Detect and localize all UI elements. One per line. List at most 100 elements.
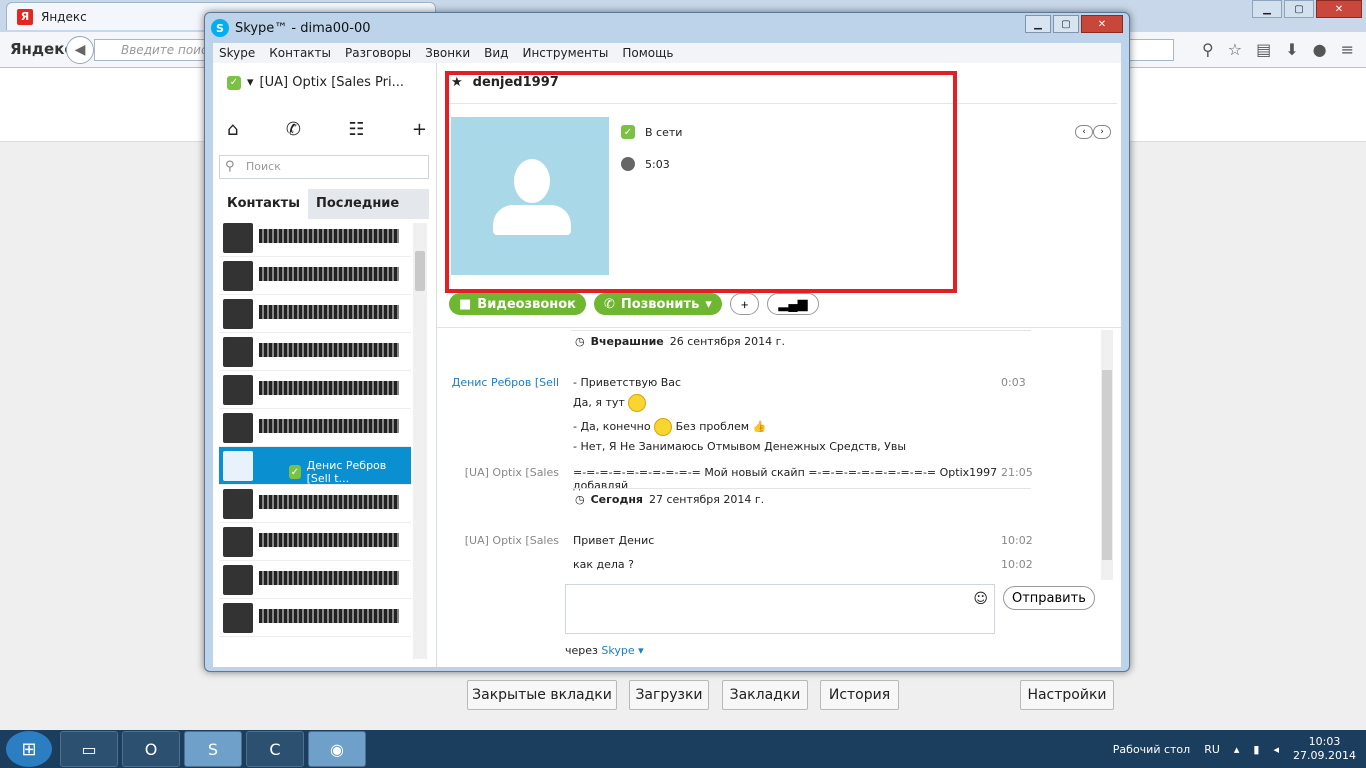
list-item[interactable] xyxy=(219,257,411,295)
menu-calls[interactable]: Звонки xyxy=(425,46,470,60)
adblock-icon[interactable]: ● xyxy=(1313,40,1327,59)
message-input[interactable]: ☺ xyxy=(565,584,995,634)
status-dropdown-icon[interactable]: ▾ xyxy=(247,75,254,90)
chevron-down-icon: ▾ xyxy=(705,296,712,312)
network-icon[interactable]: ▮ xyxy=(1253,743,1259,756)
opera-taskbar-icon[interactable]: O xyxy=(122,731,180,767)
list-item[interactable] xyxy=(219,485,411,523)
start-button[interactable]: ⊞ xyxy=(6,731,52,767)
star-icon[interactable]: ☆ xyxy=(1228,40,1242,59)
camera-icon: ■ xyxy=(459,296,472,312)
message-sender[interactable]: Денис Ребров [Sell xyxy=(447,376,559,389)
add-button[interactable]: + xyxy=(729,293,760,315)
windows-taskbar: ⊞ ▭ O S C ◉ Рабочий стол RU ▴ ▮ ◂ 10:03 … xyxy=(0,730,1366,768)
online-status-icon: ✓ xyxy=(227,75,241,90)
back-button[interactable]: ◀ xyxy=(66,36,94,64)
maximize-button[interactable]: ▢ xyxy=(1284,0,1314,18)
skype-titlebar: S Skype™ - dima00-00 xyxy=(211,17,370,39)
tab-contacts[interactable]: Контакты xyxy=(219,189,308,219)
firefox-taskbar-icon[interactable]: ◉ xyxy=(308,731,366,767)
menu-skype[interactable]: Skype xyxy=(219,46,255,60)
contact-scrollbar[interactable] xyxy=(413,223,427,659)
message-time: 10:02 xyxy=(1001,534,1033,547)
tab-recent[interactable]: Последние xyxy=(308,189,407,219)
smile-emoticon-icon xyxy=(654,418,673,436)
date-separator: ◷ Сегодня 27 сентября 2014 г. xyxy=(571,488,1031,510)
language-indicator[interactable]: RU xyxy=(1204,743,1220,756)
home-icon[interactable]: ⌂ xyxy=(227,119,238,140)
video-call-button[interactable]: ■ Видеозвонок xyxy=(449,293,587,315)
list-item[interactable] xyxy=(219,333,411,371)
list-item[interactable] xyxy=(219,599,411,637)
skype-window: S Skype™ - dima00-00 ▁ ▢ ✕ Skype Контакт… xyxy=(204,12,1130,672)
emoticon-picker-icon[interactable]: ☺ xyxy=(973,591,988,607)
list-item[interactable] xyxy=(219,409,411,447)
system-tray: Рабочий стол RU ▴ ▮ ◂ 10:03 27.09.2014 xyxy=(1113,730,1356,768)
send-via[interactable]: через Skype ▾ xyxy=(565,644,644,657)
message-time: 0:03 xyxy=(1001,376,1026,389)
close-button[interactable]: ✕ xyxy=(1316,0,1362,18)
maximize-button[interactable]: ▢ xyxy=(1053,15,1079,33)
ccleaner-taskbar-icon[interactable]: C xyxy=(246,731,304,767)
minimize-button[interactable]: ▁ xyxy=(1025,15,1051,33)
browser-window-controls: ▁ ▢ ✕ xyxy=(1252,0,1362,18)
volume-icon[interactable]: ◂ xyxy=(1273,743,1279,756)
explorer-taskbar-icon[interactable]: ▭ xyxy=(60,731,118,767)
chevron-down-icon: ▾ xyxy=(638,644,644,657)
desktop-label[interactable]: Рабочий стол xyxy=(1113,743,1190,756)
date-separator: ◷ Вчерашние 26 сентября 2014 г. xyxy=(571,330,1031,352)
closed-tabs-button[interactable]: Закрытые вкладки xyxy=(467,680,617,710)
menu-icon[interactable]: ≡ xyxy=(1341,40,1354,59)
prev-icon[interactable]: ‹ xyxy=(1075,125,1093,139)
contact-tabs: Контакты Последние xyxy=(219,189,429,219)
history-button[interactable]: История xyxy=(820,680,899,710)
my-status[interactable]: ✓ ▾ [UA] Optix [Sales Pri... xyxy=(227,75,404,90)
list-item[interactable] xyxy=(219,371,411,409)
list-item[interactable] xyxy=(219,523,411,561)
chat-scrollbar[interactable] xyxy=(1101,330,1113,580)
phone-icon[interactable]: ✆ xyxy=(286,119,301,140)
close-button[interactable]: ✕ xyxy=(1081,15,1123,33)
message-text: - Приветствую Вас xyxy=(573,376,682,389)
menu-view[interactable]: Вид xyxy=(484,46,508,60)
group-icon[interactable]: ☷ xyxy=(348,119,364,140)
clock[interactable]: 10:03 27.09.2014 xyxy=(1293,735,1356,763)
add-contact-icon[interactable]: + xyxy=(412,119,427,140)
message-sender[interactable]: [UA] Optix [Sales xyxy=(447,466,559,479)
chat-history: ◷ Вчерашние 26 сентября 2014 г. Денис Реб… xyxy=(437,327,1121,667)
bookmarks-button[interactable]: Закладки xyxy=(722,680,808,710)
next-icon[interactable]: › xyxy=(1093,125,1111,139)
download-icon[interactable]: ⬇ xyxy=(1285,40,1298,59)
list-item[interactable] xyxy=(219,295,411,333)
message-sender[interactable]: [UA] Optix [Sales xyxy=(447,534,559,547)
menu-tools[interactable]: Инструменты xyxy=(522,46,608,60)
yandex-logo: Яндекс xyxy=(10,40,74,58)
clock-icon: ◷ xyxy=(575,493,585,506)
search-icon[interactable]: ⚲ xyxy=(1202,40,1214,59)
list-item[interactable] xyxy=(219,219,411,257)
list-item[interactable] xyxy=(219,561,411,599)
reading-list-icon[interactable]: ▤ xyxy=(1256,40,1271,59)
conversation-panel: ★ denjed1997 ✓ В сети 5:03 ‹ › ■ Видеозв… xyxy=(437,63,1121,667)
send-button[interactable]: Отправить xyxy=(1003,586,1095,610)
thumbs-emoticon-icon: 👍 xyxy=(752,420,767,433)
downloads-button[interactable]: Загрузки xyxy=(629,680,709,710)
minimize-button[interactable]: ▁ xyxy=(1252,0,1282,18)
menu-contacts[interactable]: Контакты xyxy=(269,46,331,60)
tray-arrow-icon[interactable]: ▴ xyxy=(1234,743,1240,756)
settings-button[interactable]: Настройки xyxy=(1020,680,1114,710)
profile-pager: ‹ › xyxy=(1075,125,1111,139)
signal-quality-button[interactable]: ▂▄▆ xyxy=(767,293,819,315)
menu-conversations[interactable]: Разговоры xyxy=(345,46,411,60)
message-line: Да, я тут xyxy=(573,394,647,412)
window-title: Skype™ - dima00-00 xyxy=(235,20,371,36)
call-button[interactable]: ✆ Позвонить ▾ xyxy=(594,293,722,315)
selected-contact-label: ✓ Денис Ребров [Sell t... xyxy=(289,459,387,485)
online-status-icon: ✓ xyxy=(289,465,301,479)
clock-icon: ◷ xyxy=(575,335,585,348)
selected-contact[interactable]: ✓ Денис Ребров [Sell t... xyxy=(219,447,411,485)
menu-help[interactable]: Помощь xyxy=(622,46,673,60)
skype-logo-icon: S xyxy=(211,19,229,37)
search-input[interactable]: Поиск xyxy=(219,155,429,179)
skype-taskbar-icon[interactable]: S xyxy=(184,731,242,767)
